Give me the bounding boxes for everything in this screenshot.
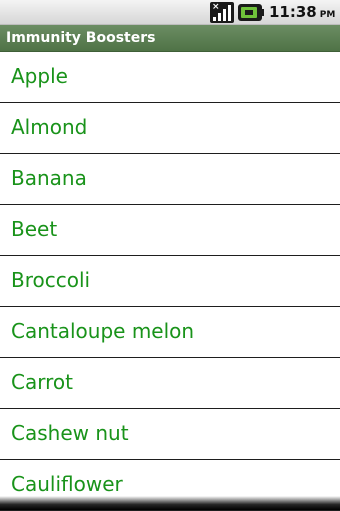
bottom-edge-shadow xyxy=(0,496,340,510)
list-item[interactable]: Cantaloupe melon xyxy=(0,307,340,358)
battery-icon xyxy=(238,4,264,21)
list-item-label: Cauliflower xyxy=(11,472,123,496)
list-item[interactable]: Cashew nut xyxy=(0,409,340,460)
list-item-label: Almond xyxy=(11,115,88,139)
list-item-label: Carrot xyxy=(11,370,73,394)
list-item-label: Beet xyxy=(11,217,58,241)
list-item[interactable]: Carrot xyxy=(0,358,340,409)
list-item-label: Banana xyxy=(11,166,87,190)
list-item[interactable]: Beet xyxy=(0,205,340,256)
list-item-label: Apple xyxy=(11,64,68,88)
list-item[interactable]: Broccoli xyxy=(0,256,340,307)
list-item-label: Broccoli xyxy=(11,268,91,292)
app-title-bar: Immunity Boosters xyxy=(0,25,340,52)
list-item-label: Cantaloupe melon xyxy=(11,319,195,343)
list-item[interactable]: Apple xyxy=(0,52,340,103)
time-text: 11:38 xyxy=(269,3,317,21)
app-title: Immunity Boosters xyxy=(6,30,156,46)
list-item-label: Cashew nut xyxy=(11,421,129,445)
time-ampm: PM xyxy=(319,10,336,20)
list-item[interactable]: Almond xyxy=(0,103,340,154)
list-item[interactable]: Banana xyxy=(0,154,340,205)
status-time: 11:38 PM xyxy=(269,3,335,25)
food-list: Apple Almond Banana Beet Broccoli Cantal… xyxy=(0,52,340,511)
signal-icon: × xyxy=(210,2,234,23)
status-bar: × 11:38 PM xyxy=(0,0,340,25)
